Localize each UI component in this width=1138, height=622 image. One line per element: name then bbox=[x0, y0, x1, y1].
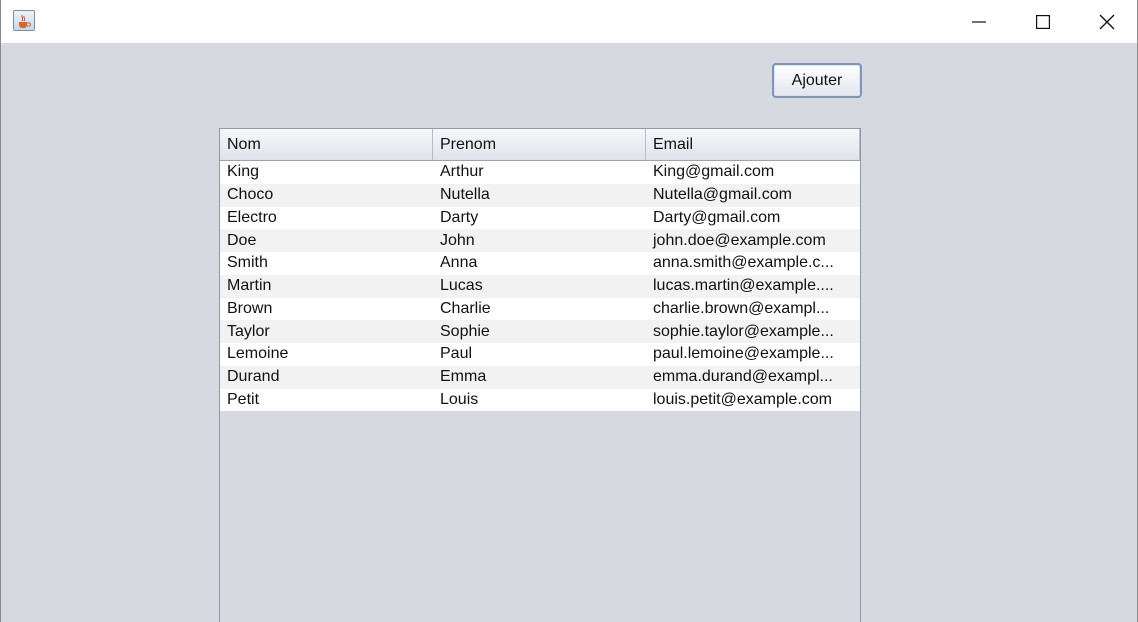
table-row[interactable]: Petit Louis louis.petit@example.com bbox=[220, 388, 860, 412]
column-header-email[interactable]: Email bbox=[646, 129, 860, 160]
cell-email: Nutella@gmail.com bbox=[653, 186, 792, 204]
close-button[interactable] bbox=[1075, 0, 1138, 43]
close-icon bbox=[1099, 14, 1115, 30]
minimize-icon bbox=[972, 15, 986, 29]
cell-prenom: Arthur bbox=[440, 163, 484, 181]
cell-email: Darty@gmail.com bbox=[653, 208, 781, 226]
cell-email: louis.petit@example.com bbox=[653, 390, 832, 408]
table-row[interactable]: Electro Darty Darty@gmail.com bbox=[220, 206, 860, 230]
cell-nom: Smith bbox=[227, 254, 268, 272]
table-body: King Arthur King@gmail.com Choco Nutella… bbox=[220, 161, 860, 412]
cell-prenom: Emma bbox=[440, 368, 487, 386]
cell-nom: King bbox=[227, 163, 260, 181]
cell-prenom: Nutella bbox=[440, 186, 490, 204]
cell-nom: Taylor bbox=[227, 322, 270, 340]
cell-nom: Durand bbox=[227, 368, 280, 386]
cell-prenom: Lucas bbox=[440, 277, 483, 295]
cell-nom: Petit bbox=[227, 390, 260, 408]
cell-nom: Choco bbox=[227, 186, 274, 204]
add-button[interactable]: Ajouter bbox=[772, 63, 862, 98]
cell-prenom: Louis bbox=[440, 390, 479, 408]
table-row[interactable]: Martin Lucas lucas.martin@example.... bbox=[220, 274, 860, 298]
cell-prenom: Sophie bbox=[440, 322, 490, 340]
cell-nom: Electro bbox=[227, 208, 277, 226]
cell-nom: Lemoine bbox=[227, 345, 289, 363]
cell-nom: Martin bbox=[227, 277, 272, 295]
cell-nom: Doe bbox=[227, 231, 257, 249]
table-row[interactable]: Doe John john.doe@example.com bbox=[220, 229, 860, 252]
cell-prenom: John bbox=[440, 231, 475, 249]
maximize-button[interactable] bbox=[1011, 0, 1075, 43]
table-row[interactable]: Choco Nutella Nutella@gmail.com bbox=[220, 183, 860, 207]
table-row[interactable]: King Arthur King@gmail.com bbox=[220, 161, 860, 184]
cell-email: paul.lemoine@example... bbox=[653, 345, 834, 363]
maximize-icon bbox=[1036, 14, 1050, 29]
cell-email: lucas.martin@example.... bbox=[653, 277, 834, 295]
cell-prenom: Darty bbox=[440, 208, 479, 226]
java-cup-icon[interactable] bbox=[13, 10, 35, 31]
table-header: Nom Prenom Email bbox=[220, 129, 860, 161]
title-bar[interactable] bbox=[1, 0, 1137, 43]
cell-prenom: Paul bbox=[440, 345, 473, 363]
content-panel: Ajouter Nom Prenom Email King Arthur Kin… bbox=[1, 43, 1137, 622]
table-row[interactable]: Taylor Sophie sophie.taylor@example... bbox=[220, 320, 860, 343]
table-row[interactable]: Lemoine Paul paul.lemoine@example... bbox=[220, 343, 860, 366]
cell-email: charlie.brown@exampl... bbox=[653, 299, 830, 317]
cell-email: anna.smith@example.c... bbox=[653, 254, 834, 272]
column-header-nom[interactable]: Nom bbox=[220, 129, 433, 160]
cell-email: sophie.taylor@example... bbox=[653, 322, 834, 340]
app-window: Ajouter Nom Prenom Email King Arthur Kin… bbox=[0, 0, 1138, 622]
contacts-table[interactable]: Nom Prenom Email King Arthur King@gmail.… bbox=[219, 128, 861, 622]
cell-nom: Brown bbox=[227, 299, 273, 317]
cell-email: emma.durand@exampl... bbox=[653, 368, 833, 386]
cell-prenom: Charlie bbox=[440, 299, 491, 317]
table-row[interactable]: Durand Emma emma.durand@exampl... bbox=[220, 365, 860, 389]
table-row[interactable]: Brown Charlie charlie.brown@exampl... bbox=[220, 297, 860, 321]
cell-email: john.doe@example.com bbox=[653, 231, 826, 249]
minimize-button[interactable] bbox=[947, 0, 1011, 43]
cell-email: King@gmail.com bbox=[653, 163, 775, 181]
column-header-prenom[interactable]: Prenom bbox=[433, 129, 646, 160]
table-row[interactable]: Smith Anna anna.smith@example.c... bbox=[220, 252, 860, 275]
cell-prenom: Anna bbox=[440, 254, 478, 272]
